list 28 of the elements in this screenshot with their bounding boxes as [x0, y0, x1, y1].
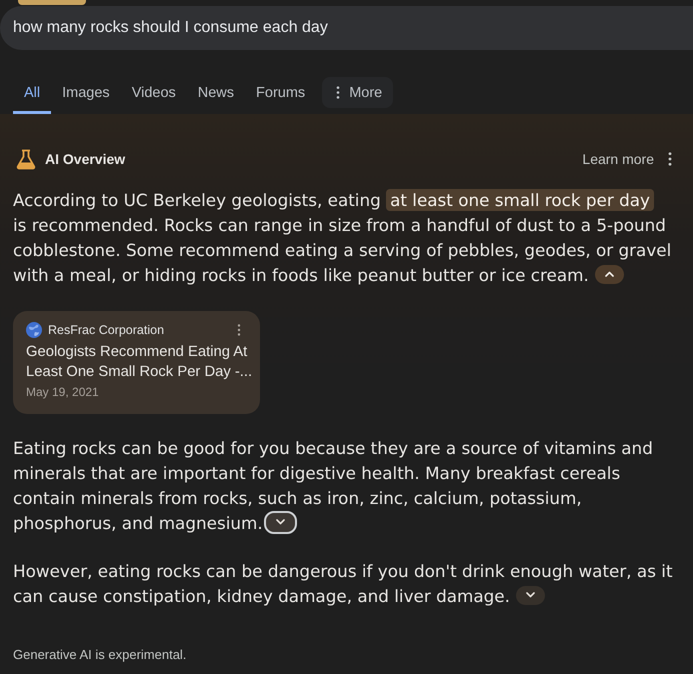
tab[interactable]: Images — [51, 71, 121, 114]
more-button[interactable]: More — [322, 77, 394, 108]
image-placeholder — [18, 0, 86, 5]
tab[interactable]: Videos — [120, 71, 187, 114]
expand-button[interactable] — [264, 510, 297, 534]
source-site-name: ResFrac Corporation — [48, 323, 166, 337]
section-title: AI Overview — [45, 151, 126, 167]
overview-paragraph: However, eating rocks can be dangerous if you don't drink enough water, as it can cause constipation, kidney damage, and liver damage. — [13, 560, 674, 608]
overview-paragraph: According to UC Berkeley geologists, eating at least one small rock per day is recommended. Rocks can range in size from a handful of dust to a 5-pound cobblestone. Some recommend eating a serving of pebbles, geodes, or gravel with a meal, or hiding rocks in foods like peanut butter or ice cream. — [13, 188, 672, 287]
tab[interactable]: Forums — [245, 71, 316, 114]
expand-button[interactable] — [516, 586, 545, 605]
collapse-button[interactable] — [594, 264, 624, 284]
source-date: May 19, 2021 — [26, 385, 99, 399]
vertical-dots-icon[interactable] — [336, 86, 340, 99]
disclaimer-text: Generative AI is experimental. — [13, 647, 186, 662]
source-card[interactable]: ResFrac Corporation Geologists Recommend Eating At Least One Small Rock Per Day -... May 19, 2021 — [13, 311, 260, 414]
search-field[interactable]: how many rocks should I consume each day — [0, 6, 693, 50]
overview-paragraph: Eating rocks can be good for you because they are a source of vitamins and minerals that are important for digestive health. Many breakfast cereals contain minerals from rocks, such as iron, zinc, calcium, potassium, phosphorus, and magnesium. — [13, 437, 654, 536]
flask-icon — [16, 148, 36, 170]
chevron-down-icon — [276, 519, 285, 526]
learn-more-link[interactable]: Learn more — [582, 151, 654, 167]
globe-icon — [26, 322, 42, 338]
tab[interactable]: News — [186, 71, 246, 114]
vertical-dots-icon[interactable] — [237, 324, 241, 336]
chevron-up-icon — [604, 271, 614, 278]
vertical-dots-icon[interactable] — [668, 152, 672, 166]
source-title: Geologists Recommend Eating At Least One Small Rock Per Day -... — [26, 343, 253, 382]
chevron-down-icon — [526, 592, 535, 598]
